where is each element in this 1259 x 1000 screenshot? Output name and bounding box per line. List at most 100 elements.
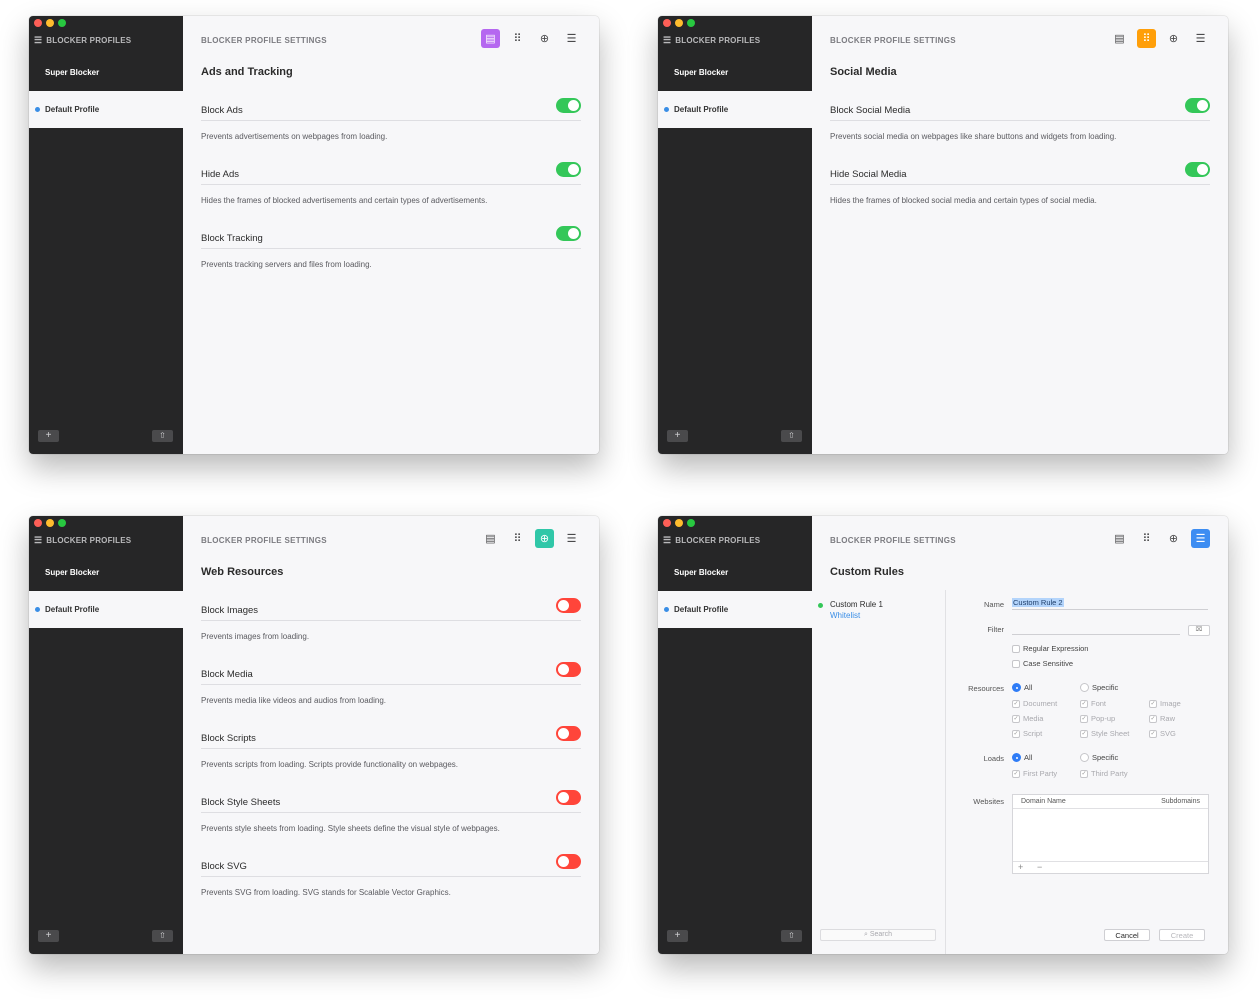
- resource-stylesheet-checkbox[interactable]: ✓ Style Sheet: [1080, 729, 1129, 738]
- add-profile-button[interactable]: +: [38, 430, 59, 442]
- resource-script-checkbox[interactable]: ✓ Script: [1012, 729, 1042, 738]
- resource-raw-checkbox[interactable]: ✓ Raw: [1149, 714, 1175, 723]
- main-title: BLOCKER PROFILE SETTINGS: [830, 36, 956, 45]
- tab-web-resources[interactable]: ⊕: [535, 529, 554, 548]
- setting-toggle[interactable]: [556, 598, 581, 613]
- tab-web-resources[interactable]: ⊕: [1164, 529, 1183, 548]
- resources-all-radio[interactable]: All: [1012, 683, 1032, 692]
- zoom-button[interactable]: [687, 19, 695, 27]
- profile-label: Default Profile: [674, 605, 729, 614]
- share-profile-button[interactable]: ⇧: [781, 930, 802, 942]
- setting-toggle[interactable]: [556, 790, 581, 805]
- load-first-party-checkbox[interactable]: ✓ First Party: [1012, 769, 1057, 778]
- setting-label: Block Social Media: [830, 105, 911, 116]
- cancel-button[interactable]: Cancel: [1104, 929, 1150, 941]
- resource-popup-checkbox[interactable]: ✓ Pop-up: [1080, 714, 1115, 723]
- sidebar-item-default-profile[interactable]: Default Profile: [658, 91, 812, 128]
- tab-custom-rules[interactable]: ☰: [1191, 29, 1210, 48]
- close-button[interactable]: [663, 519, 671, 527]
- zoom-button[interactable]: [687, 519, 695, 527]
- sidebar-brand[interactable]: Super Blocker: [658, 61, 812, 91]
- col-subdomains[interactable]: Subdomains: [1161, 798, 1200, 805]
- setting-toggle[interactable]: [1185, 98, 1210, 113]
- sidebar-brand[interactable]: Super Blocker: [29, 561, 183, 591]
- filter-clear-button[interactable]: ⌧: [1188, 625, 1210, 636]
- tab-custom-rules[interactable]: ☰: [1191, 529, 1210, 548]
- setting-label: Block Style Sheets: [201, 797, 281, 808]
- setting-label: Hide Ads: [201, 169, 240, 180]
- close-button[interactable]: [663, 19, 671, 27]
- loads-specific-radio[interactable]: Specific: [1080, 753, 1118, 762]
- rule-name: Custom Rule 1: [830, 600, 883, 609]
- zoom-button[interactable]: [58, 519, 66, 527]
- sidebar: ☰ BLOCKER PROFILES Super Blocker Default Pr…: [658, 16, 812, 454]
- add-profile-button[interactable]: +: [667, 930, 688, 942]
- setting-description: Prevents images from loading.: [201, 632, 310, 641]
- sidebar-item-default-profile[interactable]: Default Profile: [29, 91, 183, 128]
- zoom-button[interactable]: [58, 19, 66, 27]
- resource-media-checkbox[interactable]: ✓ Media: [1012, 714, 1043, 723]
- websites-table[interactable]: Domain Name Subdomains + −: [1012, 794, 1209, 874]
- setting-toggle[interactable]: [556, 226, 581, 241]
- resource-document-checkbox[interactable]: ✓ Document: [1012, 699, 1057, 708]
- create-button[interactable]: Create: [1159, 929, 1205, 941]
- name-field[interactable]: Custom Rule 2: [1012, 598, 1208, 610]
- tab-ads-tracking[interactable]: ▤: [481, 29, 500, 48]
- setting-toggle[interactable]: [1185, 162, 1210, 177]
- add-profile-button[interactable]: +: [38, 930, 59, 942]
- tab-social-media[interactable]: ⠿: [508, 29, 527, 48]
- minimize-button[interactable]: [46, 19, 54, 27]
- setting-toggle[interactable]: [556, 98, 581, 113]
- case-sensitive-checkbox[interactable]: Case Sensitive: [1012, 659, 1073, 668]
- remove-website-button[interactable]: −: [1037, 862, 1042, 872]
- sidebar-title-text: BLOCKER PROFILES: [46, 536, 132, 545]
- rule-item[interactable]: Custom Rule 1 Whitelist: [818, 600, 883, 620]
- tab-web-resources[interactable]: ⊕: [1164, 29, 1183, 48]
- sidebar-brand[interactable]: Super Blocker: [658, 561, 812, 591]
- col-domain-name[interactable]: Domain Name: [1021, 798, 1066, 805]
- resource-image-checkbox[interactable]: ✓ Image: [1149, 699, 1181, 708]
- share-profile-button[interactable]: ⇧: [152, 930, 173, 942]
- sidebar-brand[interactable]: Super Blocker: [29, 61, 183, 91]
- sidebar-item-default-profile[interactable]: Default Profile: [29, 591, 183, 628]
- filter-field[interactable]: [1012, 623, 1180, 635]
- setting-toggle[interactable]: [556, 162, 581, 177]
- add-profile-button[interactable]: +: [667, 430, 688, 442]
- close-button[interactable]: [34, 19, 42, 27]
- tab-social-media[interactable]: ⠿: [1137, 29, 1156, 48]
- tab-ads-tracking[interactable]: ▤: [481, 529, 500, 548]
- tab-social-media[interactable]: ⠿: [508, 529, 527, 548]
- tab-ads-tracking[interactable]: ▤: [1110, 529, 1129, 548]
- tab-ads-tracking[interactable]: ▤: [1110, 29, 1129, 48]
- setting-toggle[interactable]: [556, 662, 581, 677]
- profile-dot-icon: [35, 107, 40, 112]
- sidebar-item-default-profile[interactable]: Default Profile: [658, 591, 812, 628]
- setting-toggle[interactable]: [556, 726, 581, 741]
- list-icon: ☰: [663, 35, 672, 45]
- resource-svg-checkbox[interactable]: ✓ SVG: [1149, 729, 1176, 738]
- load-third-party-checkbox[interactable]: ✓ Third Party: [1080, 769, 1128, 778]
- tab-social-media[interactable]: ⠿: [1137, 529, 1156, 548]
- regex-checkbox[interactable]: Regular Expression: [1012, 644, 1088, 653]
- filter-label: Filter: [987, 625, 1004, 634]
- search-input[interactable]: ⌕ Search: [820, 929, 936, 941]
- minimize-button[interactable]: [675, 19, 683, 27]
- tab-custom-rules[interactable]: ☰: [562, 529, 581, 548]
- minimize-button[interactable]: [675, 519, 683, 527]
- resources-specific-radio[interactable]: Specific: [1080, 683, 1118, 692]
- tab-custom-rules[interactable]: ☰: [562, 29, 581, 48]
- share-profile-button[interactable]: ⇧: [781, 430, 802, 442]
- minimize-button[interactable]: [46, 519, 54, 527]
- share-profile-button[interactable]: ⇧: [152, 430, 173, 442]
- sidebar-title: ☰ BLOCKER PROFILES: [663, 535, 760, 546]
- add-website-button[interactable]: +: [1018, 862, 1023, 872]
- window-controls: [663, 19, 695, 27]
- toolbar: ▤ ⠿ ⊕ ☰: [1110, 529, 1210, 548]
- loads-all-radio[interactable]: All: [1012, 753, 1032, 762]
- resource-font-checkbox[interactable]: ✓ Font: [1080, 699, 1106, 708]
- setting-toggle[interactable]: [556, 854, 581, 869]
- close-button[interactable]: [34, 519, 42, 527]
- profile-dot-icon: [35, 607, 40, 612]
- window-web-resources: ☰ BLOCKER PROFILES Super Blocker Default Pr…: [29, 516, 599, 954]
- tab-web-resources[interactable]: ⊕: [535, 29, 554, 48]
